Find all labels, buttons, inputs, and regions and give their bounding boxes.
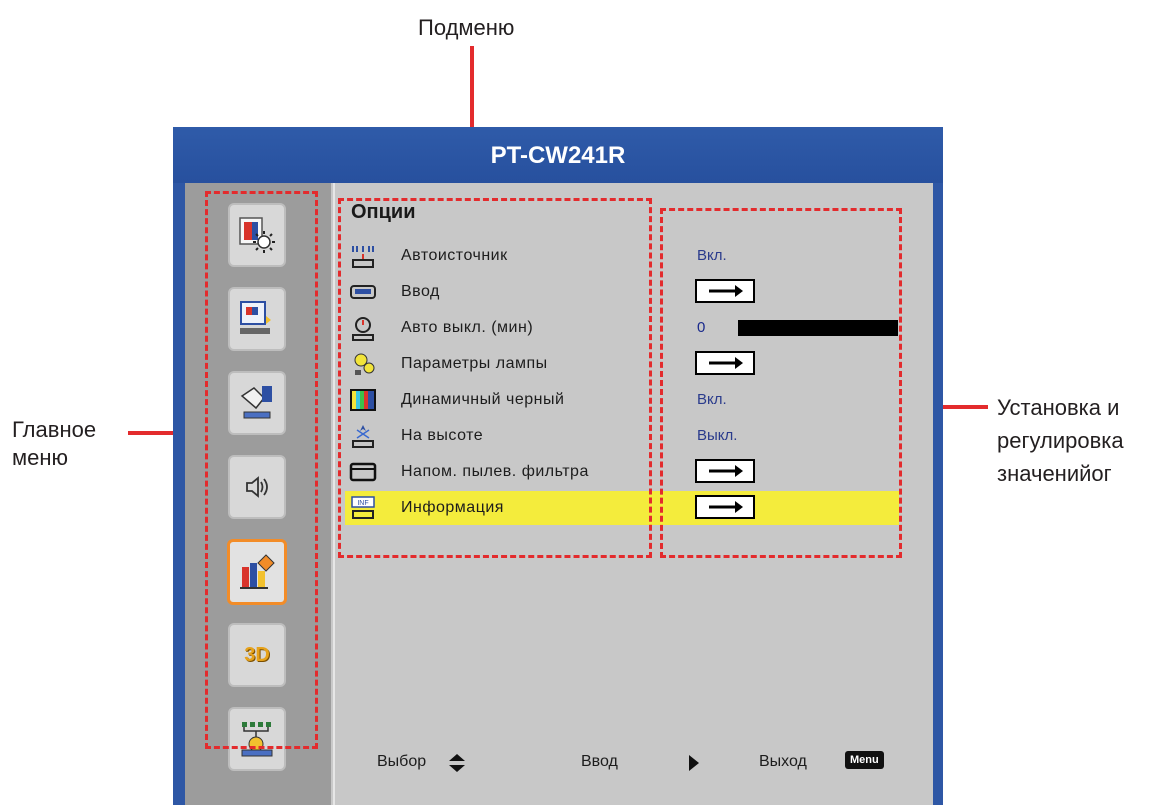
- footer-select-label: Выбор: [377, 753, 427, 770]
- up-down-arrow-icon: [449, 754, 465, 772]
- submenu-callout: Подменю: [418, 15, 515, 40]
- settings-callout-line3: значенийог: [997, 461, 1112, 486]
- settings-callout-line2: регулировка: [997, 428, 1124, 453]
- submenu-dashed-frame: [338, 198, 652, 558]
- main-menu-dashed-frame: [205, 191, 318, 749]
- main-menu-callout-line1: Главное: [12, 417, 97, 442]
- settings-callout-line1: Установка и: [997, 395, 1120, 420]
- osd-footer: Выбор Ввод Выход Menu: [335, 743, 933, 783]
- right-triangle-icon: [689, 755, 699, 771]
- menu-key-icon: Menu: [845, 751, 884, 769]
- footer-enter-label: Ввод: [581, 753, 618, 770]
- osd-title: PT-CW241R: [173, 127, 943, 183]
- main-menu-callout-line2: меню: [12, 445, 69, 470]
- settings-dashed-frame: [660, 208, 902, 558]
- footer-exit-label: Выход: [759, 753, 807, 770]
